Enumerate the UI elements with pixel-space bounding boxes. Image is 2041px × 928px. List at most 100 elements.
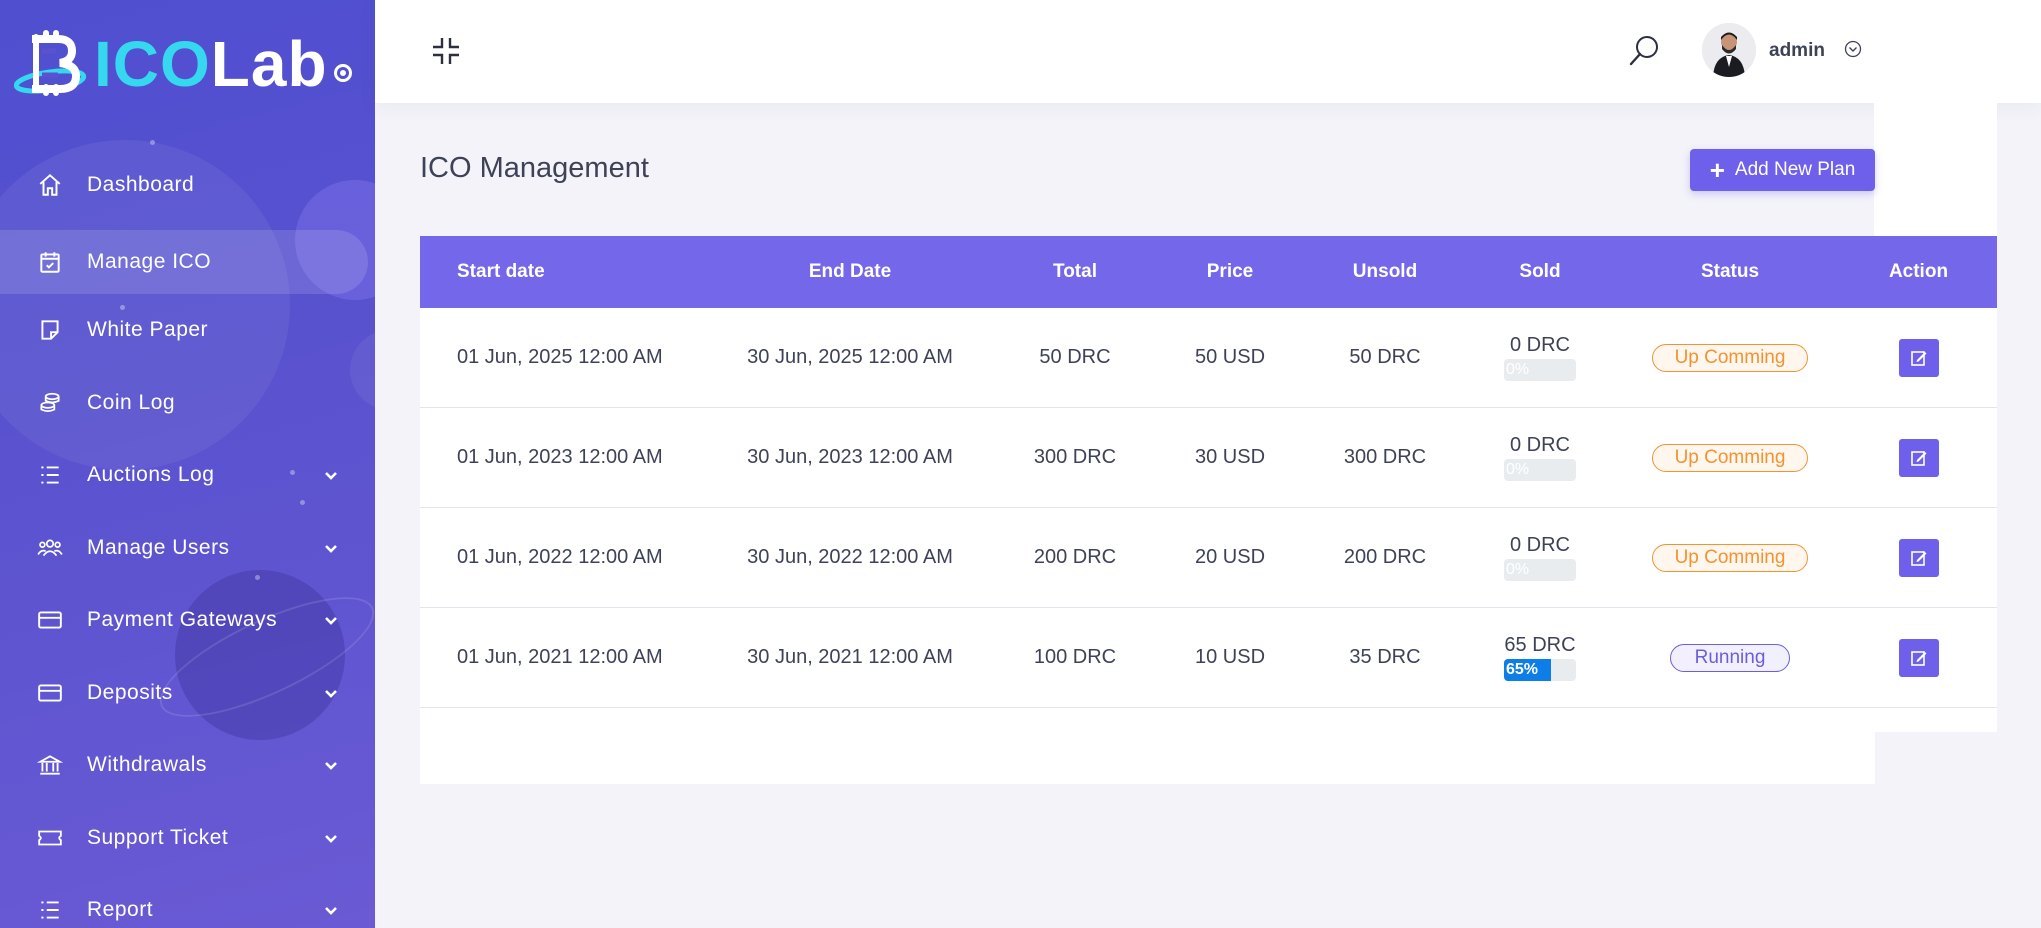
cell-start-date: 01 Jun, 2021 12:00 AM	[457, 646, 663, 668]
top-header: admin	[375, 0, 2041, 103]
edit-icon	[1910, 650, 1926, 666]
edit-button[interactable]	[1898, 538, 1939, 577]
status-badge: Running	[1669, 643, 1791, 672]
sidebar-item-label: Manage Users	[87, 535, 230, 559]
logo-text: ICOLab	[94, 29, 328, 99]
cell-start-date: 01 Jun, 2022 12:00 AM	[457, 546, 663, 568]
column-header-action: Action	[1888, 261, 1949, 282]
sidebar-item-manage-ico[interactable]: Manage ICO	[0, 222, 375, 295]
sidebar-item-label: Coin Log	[87, 390, 176, 414]
sidebar-item-label: Payment Gateways	[87, 608, 278, 632]
cell-start-date: 01 Jun, 2025 12:00 AM	[457, 346, 663, 368]
column-header-total: Total	[1053, 261, 1097, 282]
status-badge: Up Comming	[1651, 343, 1809, 372]
cell-total: 50 DRC	[1039, 346, 1111, 368]
bank-icon	[36, 751, 64, 779]
page-title: ICO Management	[420, 152, 649, 184]
column-header-start-date: Start date	[457, 261, 545, 282]
chevron-down-icon	[325, 544, 337, 553]
table-row: 01 Jun, 2021 12:00 AM 30 Jun, 2021 12:00…	[420, 608, 1997, 708]
column-header-status: Status	[1700, 261, 1760, 282]
sidebar-item-label: Deposits	[87, 680, 173, 704]
sidebar-item-white-paper[interactable]: White Paper	[0, 294, 375, 367]
edit-icon	[1910, 550, 1926, 566]
sidebar-item-manage-users[interactable]: Manage Users	[0, 512, 375, 585]
cell-price: 20 USD	[1194, 546, 1266, 568]
search-icon[interactable]	[1627, 34, 1661, 68]
progress-label: 0%	[1506, 361, 1530, 378]
cell-sold: 0 DRC 0%	[1460, 334, 1620, 381]
sidebar-item-label: Withdrawals	[87, 753, 207, 777]
sold-progress-bar: 0%	[1504, 359, 1576, 381]
progress-label: 0%	[1506, 561, 1530, 578]
logo[interactable]: ICOLab	[13, 24, 352, 104]
sold-progress-bar: 0%	[1504, 559, 1576, 581]
cell-unsold: 50 DRC	[1349, 346, 1421, 368]
cell-total: 200 DRC	[1033, 546, 1117, 568]
cell-total: 100 DRC	[1033, 646, 1117, 668]
users-icon	[36, 534, 64, 562]
plus-icon: +	[1709, 155, 1725, 185]
sidebar-item-label: Manage ICO	[87, 249, 212, 273]
cell-status: Up Comming	[1620, 343, 1840, 372]
add-new-plan-label: Add New Plan	[1734, 159, 1856, 180]
column-header-end-date: End Date	[808, 261, 892, 282]
sidebar-item-label: White Paper	[87, 318, 209, 342]
table-header: Start date End Date Total Price Unsold S…	[420, 236, 1997, 308]
edit-button[interactable]	[1898, 638, 1939, 677]
coins-icon	[36, 389, 64, 417]
cell-unsold: 200 DRC	[1343, 546, 1427, 568]
chevron-down-icon	[325, 834, 337, 843]
logo-text-ico: ICO	[94, 28, 211, 100]
column-header-price: Price	[1206, 261, 1254, 282]
sidebar-decoration	[150, 140, 155, 145]
user-name[interactable]: admin	[1769, 40, 1825, 62]
cell-total: 300 DRC	[1033, 446, 1117, 468]
cell-status: Up Comming	[1620, 543, 1840, 572]
column-header-unsold: Unsold	[1352, 261, 1418, 282]
sidebar-item-support-ticket[interactable]: Support Ticket	[0, 802, 375, 875]
cell-status: Up Comming	[1620, 443, 1840, 472]
cell-sold: 65 DRC 65%	[1460, 634, 1620, 681]
logo-text-lab: Lab	[210, 28, 328, 100]
sidebar-item-auctions-log[interactable]: Auctions Log	[0, 439, 375, 512]
avatar[interactable]	[1702, 23, 1756, 77]
cell-price: 30 USD	[1194, 446, 1266, 468]
sold-progress-bar: 65%	[1504, 659, 1576, 681]
cell-price: 10 USD	[1194, 646, 1266, 668]
sidebar-item-withdrawals[interactable]: Withdrawals	[0, 729, 375, 802]
cell-end-date: 30 Jun, 2025 12:00 AM	[747, 346, 953, 368]
edit-icon	[1910, 350, 1926, 366]
sidebar-item-dashboard[interactable]: Dashboard	[0, 149, 375, 222]
cell-action	[1840, 538, 1997, 577]
sidebar-item-report[interactable]: Report	[0, 874, 375, 928]
cell-unsold: 300 DRC	[1343, 446, 1427, 468]
sold-amount: 0 DRC	[1509, 534, 1570, 556]
credit-card-icon	[36, 606, 64, 634]
edit-button[interactable]	[1898, 438, 1939, 477]
progress-label: 65%	[1506, 661, 1539, 678]
sidebar-item-coin-log[interactable]: Coin Log	[0, 367, 375, 440]
list-icon	[36, 461, 64, 489]
table-row: 01 Jun, 2022 12:00 AM 30 Jun, 2022 12:00…	[420, 508, 1997, 608]
edit-button[interactable]	[1898, 338, 1939, 377]
column-header-sold: Sold	[1519, 261, 1561, 282]
table-row: 01 Jun, 2023 12:00 AM 30 Jun, 2023 12:00…	[420, 408, 1997, 508]
sold-progress-bar: 0%	[1504, 459, 1576, 481]
cell-price: 50 USD	[1194, 346, 1266, 368]
sidebar-item-label: Auctions Log	[87, 463, 215, 487]
chevron-down-icon	[325, 762, 337, 770]
cell-action	[1840, 338, 1997, 377]
cell-action	[1840, 638, 1997, 677]
cell-end-date: 30 Jun, 2022 12:00 AM	[747, 546, 953, 568]
add-new-plan-button[interactable]: + Add New Plan	[1690, 149, 1875, 191]
sidebar-item-payment-gateways[interactable]: Payment Gateways	[0, 584, 375, 657]
sidebar-item-deposits[interactable]: Deposits	[0, 657, 375, 730]
table-row: 01 Jun, 2025 12:00 AM 30 Jun, 2025 12:00…	[420, 308, 1997, 408]
cell-end-date: 30 Jun, 2021 12:00 AM	[747, 646, 953, 668]
chevron-down-circle-icon[interactable]	[1844, 40, 1862, 58]
cell-status: Running	[1620, 643, 1840, 672]
compress-icon[interactable]	[431, 36, 461, 66]
cell-sold: 0 DRC 0%	[1460, 534, 1620, 581]
sold-amount: 0 DRC	[1509, 334, 1570, 356]
